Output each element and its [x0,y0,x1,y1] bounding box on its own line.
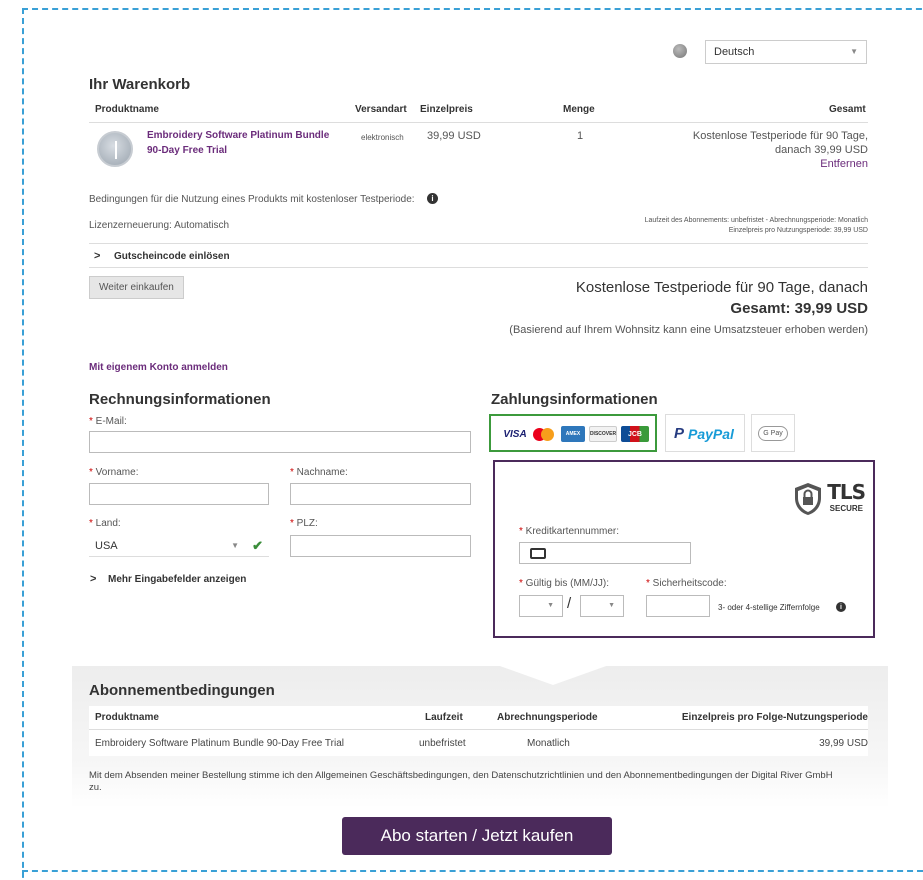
col-qty: Menge [563,104,595,115]
paypal-option[interactable]: P PayPal [665,414,745,452]
card-details-panel: TLS SECURE * Kreditkartennummer: * Gülti… [493,460,875,638]
divider [89,243,868,244]
chevron-down-icon: ▼ [608,602,615,609]
country-value: USA [95,540,118,552]
billing-title: Rechnungsinformationen [89,391,271,408]
zip-label: * PLZ: [290,518,318,529]
remove-link[interactable]: Entfernen [820,158,868,170]
legal-line1: Mit dem Absenden meiner Bestellung stimm… [89,770,833,781]
tax-note: (Basierend auf Ihrem Wohnsitz kann eine … [509,324,868,336]
coupon-toggle[interactable]: Gutscheincode einlösen [114,251,230,262]
gpay-option[interactable]: G Pay [751,414,795,452]
expiry-slash: / [567,595,572,612]
email-field[interactable] [89,431,471,453]
paypal-label: PayPal [688,426,734,442]
submit-order-button[interactable]: Abo starten / Jetzt kaufen [342,817,612,855]
firstname-field[interactable] [89,483,269,505]
summary-total-label: Gesamt: [730,300,791,317]
card-number-field[interactable] [519,542,691,564]
sub-row-product: Embroidery Software Platinum Bundle 90-D… [95,738,344,749]
info-icon[interactable]: i [427,193,438,204]
expiry-month-select[interactable]: ▼ [519,595,563,617]
payment-title: Zahlungsinformationen [491,391,658,408]
sub-col-term: Laufzeit [425,712,463,723]
tls-badge-sub: SECURE [829,504,863,513]
summary-total-value: 39,99 USD [794,300,868,317]
col-shipping: Versandart [355,104,407,115]
total-line2: danach 39,99 USD [775,144,868,156]
section-notch [497,665,609,685]
dashed-border-bottom [22,870,923,872]
chevron-down-icon: ▼ [547,602,554,609]
cart-title: Ihr Warenkorb [89,76,191,93]
tls-badge-title: TLS [827,480,866,504]
continue-shopping-button[interactable]: Weiter einkaufen [89,276,184,299]
gpay-label: G Pay [758,426,788,441]
lastname-label: * Nachname: [290,467,348,478]
sub-col-price: Einzelpreis pro Folge-Nutzungsperiode [681,712,868,723]
shipping-value: elektronisch [361,133,404,142]
col-product: Produktname [95,104,159,115]
chevron-down-icon: ▼ [850,47,858,56]
language-select[interactable]: Deutsch ▼ [705,40,867,64]
cvv-label: * Sicherheitscode: [646,578,727,589]
cvv-field[interactable] [646,595,710,617]
country-select[interactable]: USA ▼ ✔ [89,535,269,557]
zip-field[interactable] [290,535,471,557]
col-unit-price: Einzelpreis [420,104,473,115]
summary-total: Gesamt: 39,99 USD [730,300,868,317]
divider [89,122,868,123]
sub-col-period: Abrechnungsperiode [497,712,598,723]
language-select-value: Deutsch [714,46,755,58]
sub-row-price: 39,99 USD [819,738,868,749]
expiry-year-select[interactable]: ▼ [580,595,624,617]
paypal-icon: P [674,425,685,442]
unit-price-value: 39,99 USD [427,130,481,142]
subscription-term: Laufzeit des Abonnements: unbefristet - … [644,217,868,224]
email-label: * E-Mail: [89,416,127,427]
chevron-right-icon[interactable]: > [94,250,100,262]
credit-card-icon [530,548,546,559]
discover-logo: DISCOVER [589,426,617,442]
unit-price-period: Einzelpreis pro Nutzungsperiode: 39,99 U… [728,227,868,234]
firstname-label: * Vorname: [89,467,139,478]
mastercard-logo [531,426,555,442]
trial-terms: Bedingungen für die Nutzung eines Produk… [89,194,415,205]
divider [89,267,868,268]
jcb-logo: JCB [621,426,649,442]
sub-row-term: unbefristet [419,738,466,749]
visa-logo: VISA [499,426,531,442]
qty-value: 1 [577,130,584,142]
chevron-down-icon: ▼ [231,541,239,550]
divider [89,729,868,730]
renewal-text: Lizenzerneuerung: Automatisch [89,220,230,231]
globe-icon [673,44,687,58]
col-total: Gesamt [829,104,866,115]
summary-line1: Kostenlose Testperiode für 90 Tage, dana… [575,279,868,296]
login-link[interactable]: Mit eigenem Konto anmelden [89,362,228,373]
shield-icon [793,482,823,516]
total-line1: Kostenlose Testperiode für 90 Tage, [692,130,868,142]
sub-row-period: Monatlich [527,738,570,749]
card-number-label: * Kreditkartennummer: [519,526,620,537]
checkmark-icon: ✔ [252,538,263,553]
subscription-title: Abonnementbedingungen [89,682,275,699]
product-name-line1[interactable]: Embroidery Software Platinum Bundle [147,130,329,141]
more-fields-toggle[interactable]: Mehr Eingabefelder anzeigen [108,574,246,585]
expiry-label: * Gültig bis (MM/JJ): [519,578,610,589]
cvv-hint: 3- oder 4-stellige Ziffernfolge [718,603,820,612]
chevron-right-icon[interactable]: > [90,573,96,585]
info-icon[interactable]: i [836,602,846,612]
product-name-line2[interactable]: 90-Day Free Trial [147,145,227,156]
sub-col-product: Produktname [95,712,159,723]
lastname-field[interactable] [290,483,471,505]
amex-logo: AMEX [561,426,585,442]
product-icon [97,131,133,167]
legal-line2: zu. [89,782,102,793]
card-payment-option[interactable]: VISA AMEX DISCOVER JCB [489,414,657,452]
country-label: * Land: [89,518,121,529]
